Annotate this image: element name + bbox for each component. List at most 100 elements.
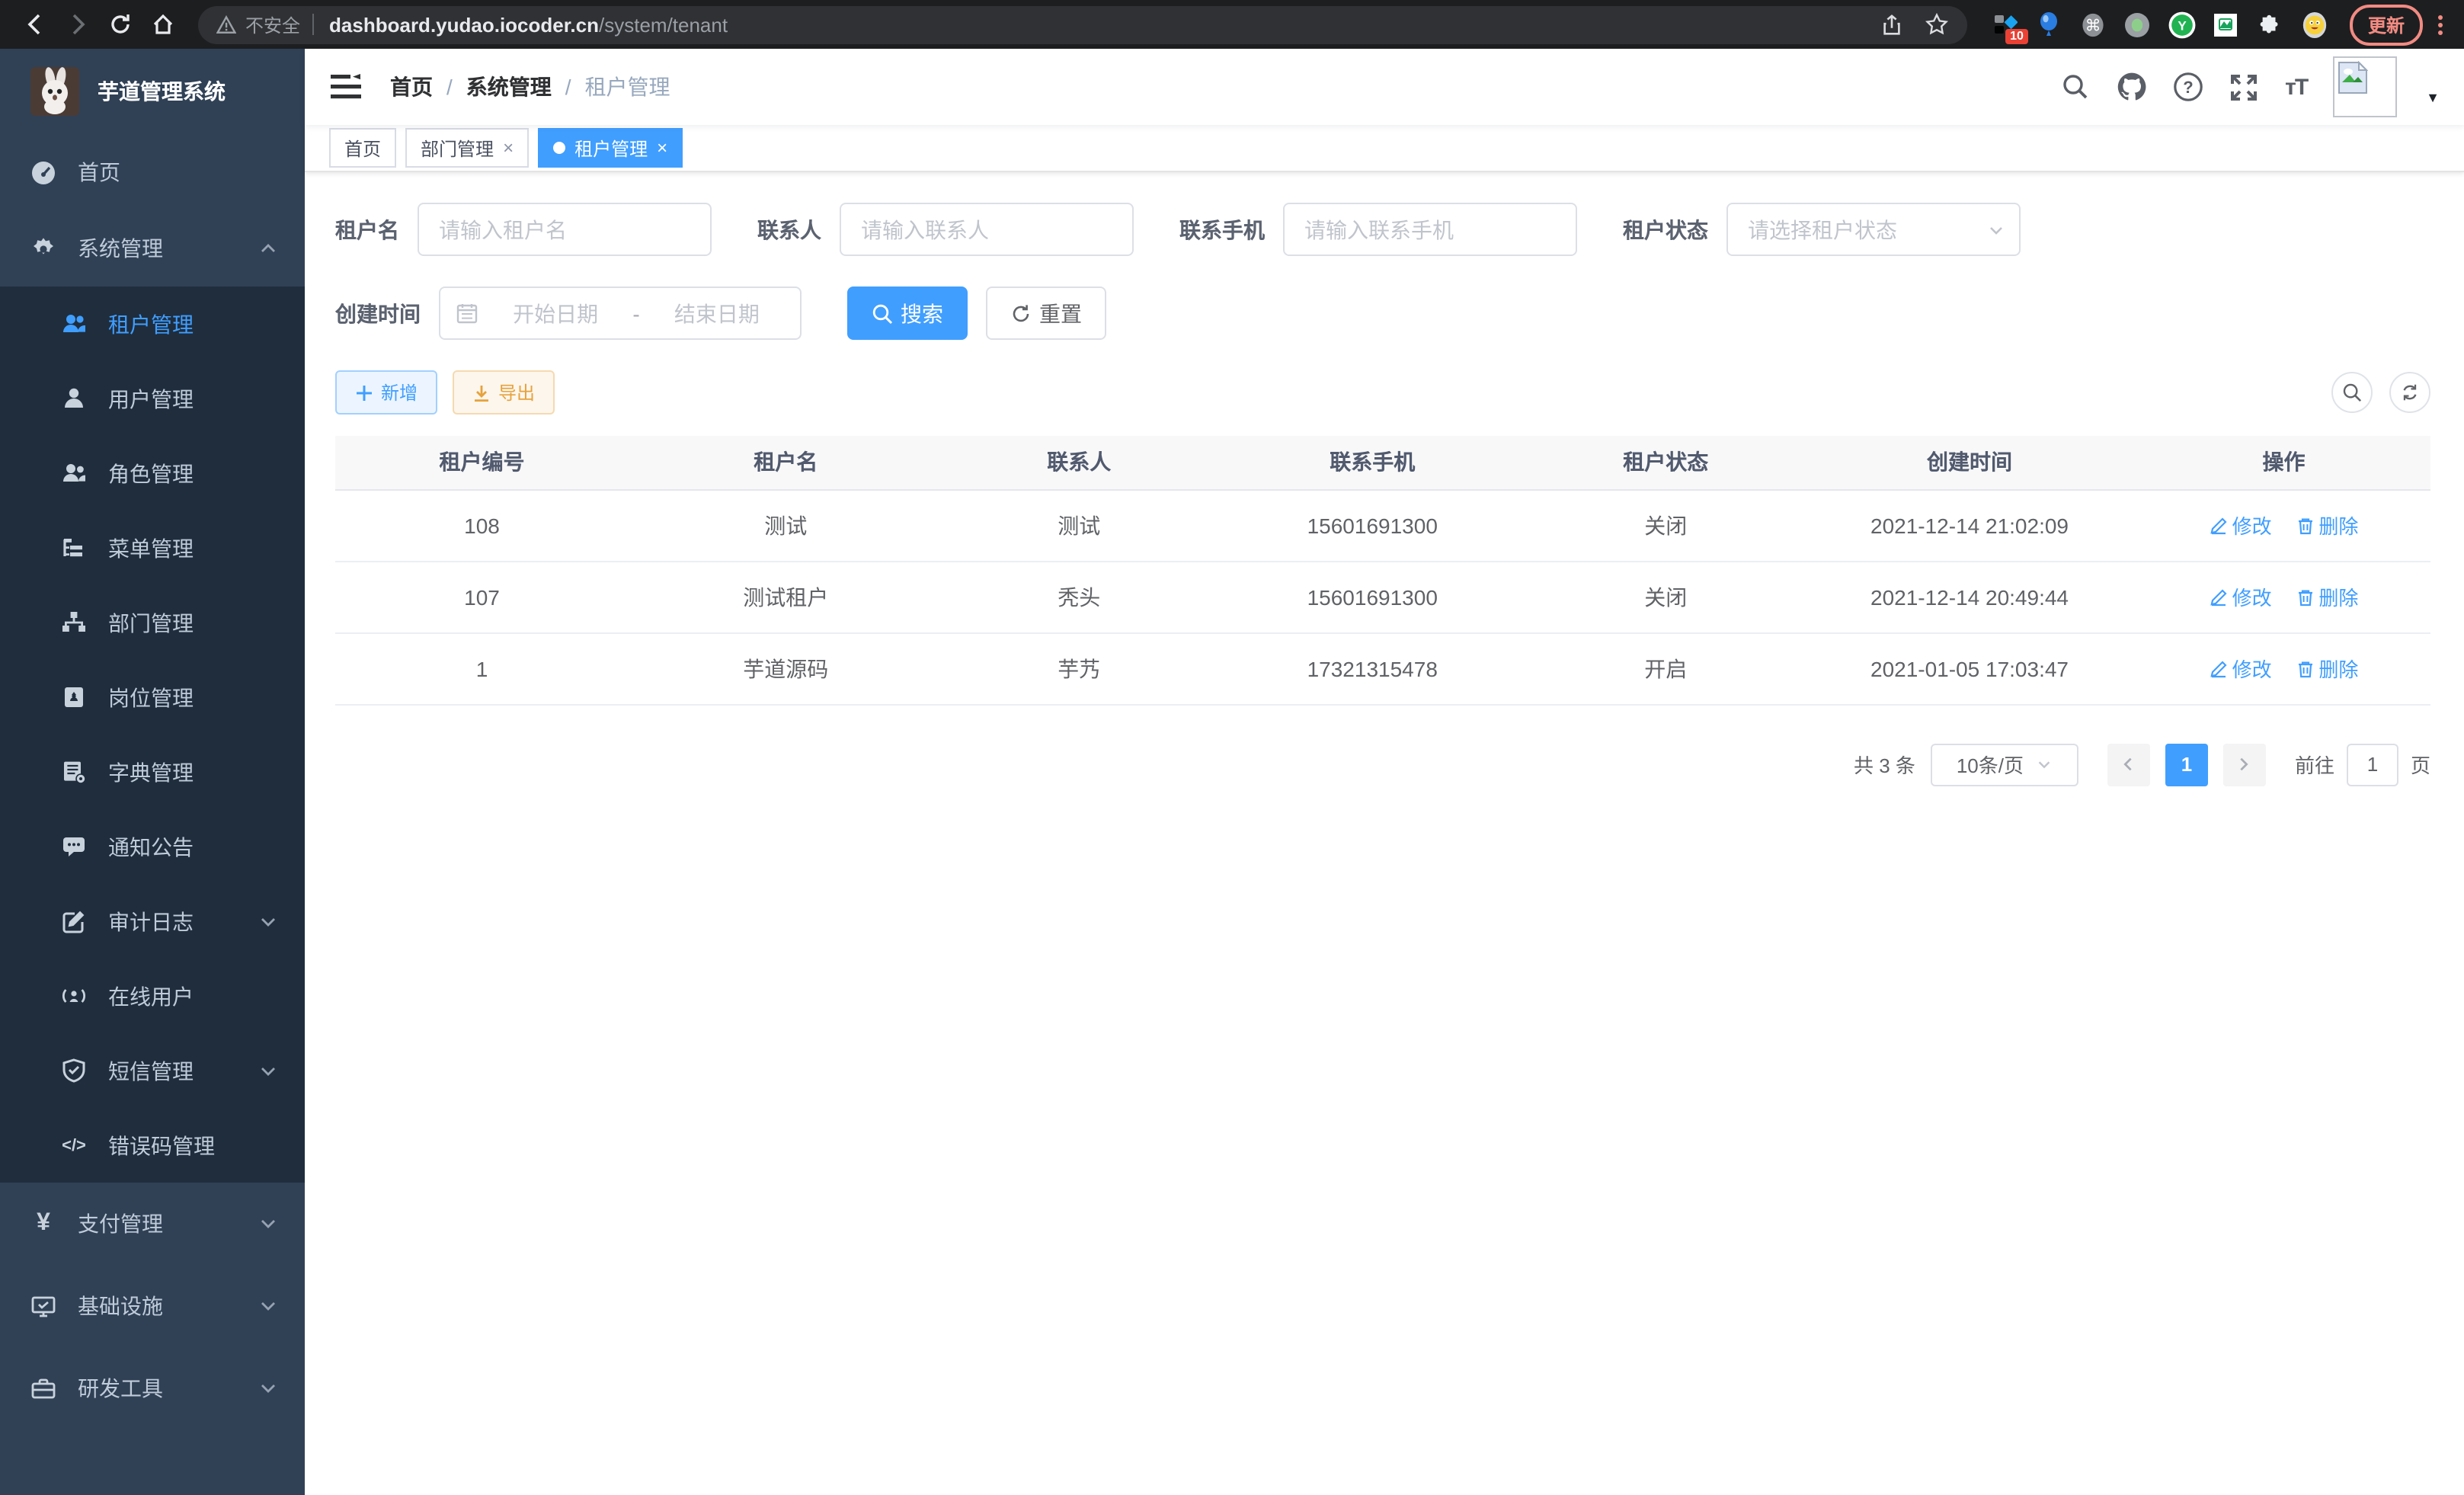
sidebar-item-system[interactable]: 系统管理: [0, 210, 305, 287]
edit-link[interactable]: 修改: [2210, 582, 2272, 611]
reset-button[interactable]: 重置: [986, 287, 1106, 340]
tag-home[interactable]: 首页: [329, 128, 396, 168]
edit-link[interactable]: 修改: [2210, 511, 2272, 539]
header-search-icon[interactable]: [2059, 72, 2090, 102]
broken-image-icon: [2338, 61, 2368, 94]
toggle-search-button[interactable]: [2331, 372, 2373, 413]
refresh-table-button[interactable]: [2389, 372, 2430, 413]
delete-link[interactable]: 删除: [2296, 582, 2358, 611]
page-number-1[interactable]: 1: [2165, 743, 2208, 786]
sidebar-item-label: 部门管理: [108, 607, 194, 638]
download-icon: [472, 383, 491, 402]
browser-reload-icon[interactable]: [101, 5, 140, 44]
next-page-button[interactable]: [2223, 743, 2266, 786]
col-mobile: 联系手机: [1215, 436, 1530, 489]
extension-balloon-icon[interactable]: [2036, 11, 2063, 38]
breadcrumb-home[interactable]: 首页: [390, 72, 433, 102]
sidebar-item-notice[interactable]: 通知公告: [0, 809, 305, 884]
github-icon[interactable]: [2116, 72, 2146, 102]
tag-dept[interactable]: 部门管理 ×: [405, 128, 529, 168]
search-button-label: 搜索: [901, 298, 943, 328]
status-select[interactable]: [1726, 203, 2021, 256]
url-path[interactable]: /system/tenant: [599, 13, 728, 36]
edit-pencil-icon: [2210, 516, 2228, 534]
profile-avatar-icon[interactable]: [2301, 11, 2328, 38]
fullscreen-icon[interactable]: [2229, 72, 2259, 102]
bookmark-star-icon[interactable]: [1925, 12, 1949, 37]
page-size-select[interactable]: 10条/页: [1931, 743, 2078, 786]
sidebar-item-user[interactable]: 用户管理: [0, 361, 305, 436]
start-date-placeholder[interactable]: 开始日期: [488, 298, 623, 328]
extension-y-icon[interactable]: Y: [2168, 11, 2196, 38]
help-icon[interactable]: ?: [2172, 72, 2203, 102]
prev-page-button[interactable]: [2107, 743, 2150, 786]
sidebar-item-label: 通知公告: [108, 831, 194, 862]
extension-chat-icon[interactable]: [2213, 11, 2240, 38]
trash-icon: [2296, 516, 2314, 534]
tag-tenant-active[interactable]: 租户管理 ×: [538, 128, 683, 168]
sidebar-item-audit-log[interactable]: 审计日志: [0, 884, 305, 959]
sidebar-item-online-user[interactable]: 在线用户: [0, 959, 305, 1033]
font-size-icon[interactable]: тT: [2285, 74, 2307, 100]
avatar-dropdown-caret[interactable]: ▼: [2426, 90, 2440, 105]
sidebar-item-dict[interactable]: 字典管理: [0, 735, 305, 809]
breadcrumb-system[interactable]: 系统管理: [466, 72, 552, 102]
search-button[interactable]: 搜索: [847, 287, 968, 340]
delete-link[interactable]: 删除: [2296, 654, 2358, 683]
share-icon[interactable]: [1880, 13, 1903, 36]
cell-mobile: 17321315478: [1215, 632, 1530, 704]
extensions-row: 10 ⌘ Y: [1992, 11, 2328, 38]
sidebar-item-sms[interactable]: 短信管理: [0, 1033, 305, 1108]
add-button-label: 新增: [381, 379, 418, 405]
extension-tabs-icon[interactable]: 10: [1992, 11, 2019, 38]
date-range-separator: -: [632, 301, 639, 325]
security-label[interactable]: 不安全: [245, 11, 300, 37]
chevron-down-icon: [259, 1379, 277, 1397]
create-time-range-picker[interactable]: 开始日期 - 结束日期: [439, 287, 802, 340]
security-warning-icon[interactable]: [216, 14, 236, 34]
browser-forward-icon[interactable]: [58, 5, 98, 44]
sidebar-item-role[interactable]: 角色管理: [0, 436, 305, 511]
sidebar-item-dept[interactable]: 部门管理: [0, 585, 305, 660]
url-host[interactable]: dashboard.yudao.iocoder.cn: [329, 13, 599, 36]
extensions-puzzle-icon[interactable]: [2257, 11, 2284, 38]
edit-link[interactable]: 修改: [2210, 654, 2272, 683]
mobile-label: 联系手机: [1179, 214, 1265, 245]
end-date-placeholder[interactable]: 结束日期: [649, 298, 785, 328]
sidebar-fold-icon[interactable]: [329, 70, 363, 104]
sidebar-item-post[interactable]: 岗位管理: [0, 660, 305, 735]
close-icon[interactable]: ×: [503, 137, 514, 158]
col-status: 租户状态: [1530, 436, 1803, 489]
url-bar[interactable]: 不安全 dashboard.yudao.iocoder.cn/system/te…: [198, 5, 1967, 43]
export-button[interactable]: 导出: [453, 370, 555, 415]
sidebar-item-tenant[interactable]: 租户管理: [0, 287, 305, 361]
extension-command-icon[interactable]: ⌘: [2080, 11, 2107, 38]
sidebar-item-infra[interactable]: 基础设施: [0, 1265, 305, 1347]
sidebar-item-devtools[interactable]: 研发工具: [0, 1347, 305, 1429]
contact-input[interactable]: [840, 203, 1134, 256]
chrome-update-button[interactable]: 更新: [2350, 4, 2423, 45]
browser-home-icon[interactable]: [143, 5, 183, 44]
yen-icon: ¥: [30, 1211, 56, 1237]
goto-page-input[interactable]: [2347, 743, 2398, 786]
browser-back-icon[interactable]: [15, 5, 55, 44]
close-icon[interactable]: ×: [657, 137, 667, 158]
delete-link[interactable]: 删除: [2296, 511, 2358, 539]
tenant-name-input[interactable]: [418, 203, 712, 256]
user-avatar[interactable]: [2333, 56, 2397, 117]
tag-label: 部门管理: [421, 135, 494, 161]
sidebar-logo-row[interactable]: 芋道管理系统: [0, 49, 305, 134]
monitor-icon: [30, 1293, 56, 1319]
extension-dot-icon[interactable]: [2124, 11, 2152, 38]
cell-tenant-name: 测试租户: [629, 561, 943, 632]
chevron-down-icon: [2036, 756, 2053, 773]
browser-menu-icon[interactable]: [2438, 14, 2443, 34]
sidebar-item-menu[interactable]: 菜单管理: [0, 511, 305, 585]
cell-status: 关闭: [1530, 489, 1803, 561]
sidebar-item-home[interactable]: 首页: [0, 134, 305, 210]
mobile-input[interactable]: [1283, 203, 1577, 256]
delete-link-label: 删除: [2318, 511, 2358, 539]
add-button[interactable]: 新增: [335, 370, 437, 415]
sidebar-item-pay[interactable]: ¥ 支付管理: [0, 1183, 305, 1265]
sidebar-item-errcode[interactable]: </> 错误码管理: [0, 1108, 305, 1183]
